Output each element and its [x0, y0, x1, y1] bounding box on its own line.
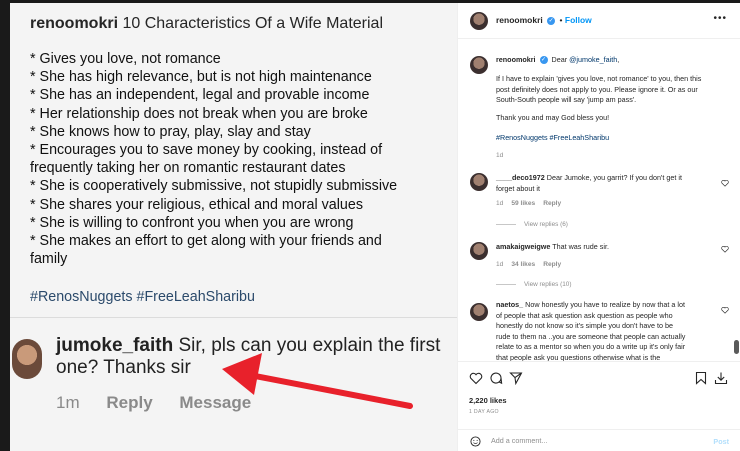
screenshot-comment-handle: jumoke_faith: [56, 335, 174, 356]
image-hashtags: #RenosNuggets #FreeLeahSharibu: [30, 289, 255, 305]
comment-line: that people ask you questions otherwise …: [496, 352, 661, 362]
avatar: [12, 339, 42, 379]
image-post-handle: renoomokri: [30, 15, 119, 32]
avatar[interactable]: [470, 303, 488, 321]
verified-badge-icon: ✓: [547, 16, 556, 25]
caption-line: If I have to explain 'gives you love, no…: [496, 74, 702, 83]
comment-time: 1d: [496, 261, 504, 268]
caption-time: 1d: [496, 152, 504, 159]
comment-icon[interactable]: [489, 371, 503, 385]
screenshot-message-label: Message: [179, 393, 252, 412]
heart-icon[interactable]: [721, 306, 729, 314]
screenshot-comment-meta: 1m Reply Message: [56, 393, 273, 413]
likes-count[interactable]: 2,220 likes: [469, 396, 507, 405]
list-item: * She makes an effort to get along with …: [30, 233, 382, 250]
comment-time: 1d: [496, 200, 504, 207]
screenshot-comment-text: jumoke_faith Sir, pls can you explain th…: [56, 335, 440, 379]
heart-icon[interactable]: [721, 245, 729, 253]
caption-hashtags[interactable]: #RenosNuggets #FreeLeahSharibu: [496, 133, 609, 144]
list-item: * Encourages you to save money by cookin…: [30, 142, 383, 159]
view-replies-button[interactable]: View replies (10): [496, 281, 571, 288]
avatar[interactable]: [470, 242, 488, 260]
list-item: * She shares your religious, ethical and…: [30, 196, 363, 213]
comment-text: ____deco1972 Dear Jumoke, you garrit? If…: [496, 173, 682, 194]
avatar[interactable]: [470, 56, 488, 74]
caption-line: South-South people will say 'jump am pas…: [496, 95, 637, 104]
bookmark-icon[interactable]: [694, 371, 708, 385]
list-item: * She has an independent, legal and prov…: [30, 87, 370, 104]
avatar[interactable]: [470, 173, 488, 191]
header-username[interactable]: renoomokri: [496, 15, 543, 25]
comment-likes[interactable]: 34 likes: [511, 261, 535, 268]
screenshot-comment: jumoke_faith Sir, pls can you explain th…: [10, 323, 457, 451]
caption-paragraph: If I have to explain 'gives you love, no…: [496, 74, 701, 106]
screenshot-comment-line1: Sir, pls can you explain the first: [178, 335, 441, 356]
comment-line: Dear Jumoke, you garrit? If you don't ge…: [546, 173, 682, 182]
caption-first-line: renoomokri ✓ Dear @jumoke_faith,: [496, 55, 619, 66]
comment-text: amakaigweigwe That was rude sir.: [496, 242, 609, 253]
post-detail-panel: renoomokri ✓ • Follow ••• renoomokri ✓ D…: [457, 3, 740, 451]
comments-scrollbar[interactable]: [734, 340, 739, 354]
more-horizontal-icon[interactable]: •••: [713, 13, 727, 24]
avatar[interactable]: [470, 12, 488, 30]
view-replies-button[interactable]: View replies (6): [496, 221, 568, 228]
comment-likes[interactable]: 59 likes: [511, 200, 535, 207]
list-item: family: [30, 251, 68, 268]
caption-line: post definitely does not apply to you. P…: [496, 84, 698, 94]
reply-button[interactable]: Reply: [543, 200, 561, 207]
caption-intro: Dear: [551, 55, 568, 64]
screenshot-comment-time: 1m: [56, 393, 80, 412]
post-age: 1 DAY AGO: [469, 409, 499, 415]
caption-intro-end: ,: [617, 55, 620, 64]
post-button[interactable]: Post: [713, 437, 729, 446]
add-comment-bar: Post: [458, 429, 740, 451]
comment-line: That was rude sir.: [552, 242, 609, 251]
comment-text: naetos_ Now honestly you have to realize…: [496, 300, 685, 361]
list-item: * Her relationship does not break when y…: [30, 105, 368, 122]
share-icon[interactable]: [509, 371, 523, 385]
comment-username[interactable]: ____deco1972: [496, 173, 545, 182]
post-header: renoomokri ✓ • Follow •••: [458, 3, 740, 39]
comment-line: rude to them na ..you are someone that p…: [496, 331, 686, 341]
header-separator: •: [559, 15, 563, 25]
comments-list[interactable]: renoomokri ✓ Dear @jumoke_faith, If I ha…: [458, 40, 740, 361]
post-image: renoomokri 10 Characteristics Of a Wife …: [10, 3, 457, 451]
characteristics-list: * Gives you love, not romance * She has …: [30, 50, 450, 268]
caption-username[interactable]: renoomokri: [496, 55, 536, 64]
reply-button[interactable]: Reply: [543, 261, 561, 268]
list-item: frequently taking her on romantic restau…: [30, 160, 346, 177]
comment-line: of people that ask question ask question…: [496, 310, 673, 320]
comment-input[interactable]: [491, 433, 691, 448]
comment-username[interactable]: amakaigweigwe: [496, 242, 550, 251]
image-post-title: 10 Characteristics Of a Wife Material: [122, 15, 383, 32]
post-actions: 2,220 likes 1 DAY AGO: [458, 361, 740, 421]
comment-username[interactable]: naetos_: [496, 300, 523, 309]
list-item: * She is willing to confront you when yo…: [30, 214, 354, 231]
comment-line: Now honestly you have to realize by now …: [525, 300, 685, 309]
comment-meta: 1d 59 likes Reply: [496, 200, 561, 207]
divider: [10, 317, 457, 318]
heart-icon[interactable]: [469, 371, 483, 385]
list-item: * Gives you love, not romance: [30, 51, 221, 67]
instagram-post-window: renoomokri 10 Characteristics Of a Wife …: [0, 0, 740, 451]
caption-blessing: Thank you and may God bless you!: [496, 113, 610, 122]
follow-button[interactable]: Follow: [565, 15, 592, 25]
verified-badge-icon: ✓: [539, 56, 548, 65]
emoji-icon[interactable]: [470, 436, 481, 447]
list-item: * She has high relevance, but is not hig…: [30, 69, 372, 86]
screenshot-comment-line2: one? Thanks sir: [56, 357, 191, 378]
download-icon[interactable]: [714, 371, 728, 385]
caption-mention[interactable]: @jumoke_faith: [569, 55, 617, 64]
heart-icon[interactable]: [721, 179, 729, 187]
comment-line: honestly do not know so it's simple you …: [496, 321, 673, 330]
comment-line: forget about it: [496, 183, 540, 193]
list-item: * She is cooperatively submissive, not s…: [30, 178, 398, 195]
comment-line: relate to as a mentor so when you do a w…: [496, 342, 686, 351]
list-item: * She knows how to pray, play, slay and …: [30, 123, 311, 140]
image-post-header: renoomokri 10 Characteristics Of a Wife …: [30, 15, 383, 33]
comment-meta: 1d 34 likes Reply: [496, 261, 561, 268]
header-username-row: renoomokri ✓ • Follow: [496, 15, 592, 25]
screenshot-reply-label: Reply: [106, 393, 153, 412]
